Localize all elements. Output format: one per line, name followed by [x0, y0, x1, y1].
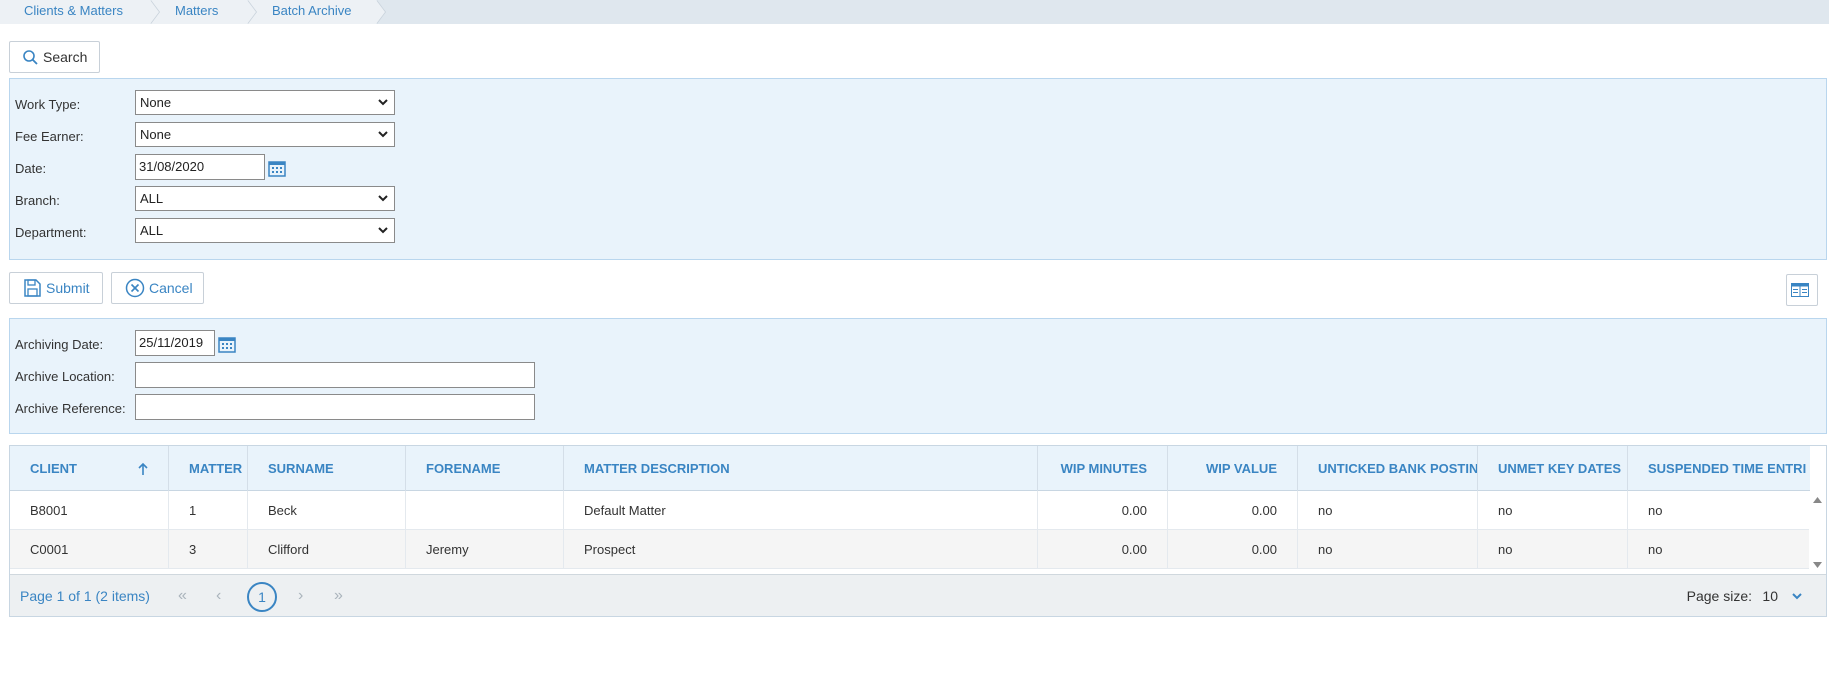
cancel-button-label: Cancel — [149, 280, 193, 296]
save-icon — [24, 279, 41, 297]
filter-panel: Work Type: None Fee Earner: None Date: 3… — [9, 78, 1827, 260]
cell-wip-value: 0.00 — [1168, 530, 1298, 569]
chevron-down-icon — [378, 227, 388, 234]
chevron-down-icon — [378, 99, 388, 106]
column-header-client[interactable]: CLIENT — [10, 446, 169, 491]
cell-matter-description: Default Matter — [564, 491, 1038, 530]
archive-reference-label: Archive Reference: — [15, 401, 126, 416]
cancel-button[interactable]: Cancel — [111, 272, 204, 304]
column-header-unmet-key-dates[interactable]: UNMET KEY DATES — [1478, 446, 1628, 491]
close-circle-icon — [125, 278, 145, 298]
department-value: ALL — [140, 223, 164, 238]
archiving-date-label: Archiving Date: — [15, 337, 104, 352]
column-header-matter-description[interactable]: MATTER DESCRIPTION — [564, 446, 1038, 491]
fee-earner-label: Fee Earner: — [15, 129, 84, 144]
page-button-current[interactable]: 1 — [247, 582, 277, 612]
work-type-value: None — [140, 95, 172, 110]
column-header-wip-value[interactable]: WIP VALUE — [1168, 446, 1298, 491]
cell-matter: 1 — [169, 491, 248, 530]
cell-unmet-key-dates: no — [1478, 530, 1628, 569]
submit-button-label: Submit — [46, 280, 90, 296]
date-input[interactable]: 31/08/2020 — [135, 154, 265, 180]
page-size-label: Page size: — [1686, 588, 1752, 604]
cell-wip-minutes: 0.00 — [1038, 491, 1168, 530]
breadcrumb-matters[interactable]: Matters — [151, 0, 257, 24]
columns-icon — [1791, 283, 1809, 297]
submit-button[interactable]: Submit — [9, 272, 103, 304]
branch-value: ALL — [140, 191, 164, 206]
cell-surname: Beck — [248, 491, 406, 530]
archiving-date-input[interactable]: 25/11/2019 — [135, 330, 215, 356]
cell-forename: Jeremy — [406, 530, 564, 569]
archive-panel: Archiving Date: 25/11/2019 Archive Locat… — [9, 318, 1827, 434]
column-header-suspended-time-entries[interactable]: SUSPENDED TIME ENTRI — [1628, 446, 1810, 491]
grid-header: CLIENT MATTER SURNAME FORENAME MATTER DE… — [10, 446, 1810, 491]
cell-client: C0001 — [10, 530, 169, 569]
page-size-value[interactable]: 10 — [1762, 575, 1778, 617]
archive-location-label: Archive Location: — [15, 369, 115, 384]
calendar-icon[interactable] — [218, 335, 236, 353]
search-button-label: Search — [43, 49, 88, 65]
department-label: Department: — [15, 225, 87, 240]
cell-matter: 3 — [169, 530, 248, 569]
chevron-down-icon[interactable] — [1790, 589, 1804, 603]
branch-select[interactable]: ALL — [135, 186, 395, 211]
breadcrumb-batch-archive[interactable]: Batch Archive — [248, 0, 386, 24]
cell-wip-value: 0.00 — [1168, 491, 1298, 530]
cell-unticked-bank-postings: no — [1298, 491, 1478, 530]
search-button[interactable]: Search — [9, 41, 100, 73]
branch-label: Branch: — [15, 193, 60, 208]
chevron-down-icon — [378, 131, 388, 138]
archive-location-input[interactable] — [135, 362, 535, 388]
column-header-surname[interactable]: SURNAME — [248, 446, 406, 491]
date-label: Date: — [15, 161, 47, 176]
work-type-label: Work Type: — [15, 97, 81, 112]
scroll-up-icon[interactable] — [1813, 497, 1822, 503]
column-header-unticked-bank-postings[interactable]: UNTICKED BANK POSTIN — [1298, 446, 1478, 491]
cell-unticked-bank-postings: no — [1298, 530, 1478, 569]
cell-matter-description: Prospect — [564, 530, 1038, 569]
cell-suspended-time-entries: no — [1648, 542, 1663, 557]
grid-pager: Page 1 of 1 (2 items) « ‹ 1 › » Page siz… — [10, 574, 1826, 616]
sort-asc-icon — [138, 462, 148, 475]
pager-info: Page 1 of 1 (2 items) — [20, 588, 150, 604]
archive-reference-input[interactable] — [135, 394, 535, 420]
scroll-down-icon[interactable] — [1813, 562, 1822, 568]
fee-earner-value: None — [140, 127, 172, 142]
calendar-icon[interactable] — [268, 159, 286, 177]
column-header-matter[interactable]: MATTER — [169, 446, 248, 491]
breadcrumb-clients-matters[interactable]: Clients & Matters — [0, 0, 160, 24]
grid-vertical-scrollbar[interactable] — [1809, 491, 1826, 574]
fee-earner-select[interactable]: None — [135, 122, 395, 147]
department-select[interactable]: ALL — [135, 218, 395, 243]
cell-surname: Clifford — [248, 530, 406, 569]
work-type-select[interactable]: None — [135, 90, 395, 115]
chevron-down-icon — [378, 195, 388, 202]
cell-forename — [406, 491, 564, 530]
table-row[interactable]: C0001 3 Clifford Jeremy Prospect 0.00 0.… — [10, 530, 1810, 569]
column-chooser-button[interactable] — [1786, 274, 1818, 306]
breadcrumb: Clients & Matters Matters Batch Archive — [0, 0, 1829, 24]
column-header-forename[interactable]: FORENAME — [406, 446, 564, 491]
table-row[interactable]: B8001 1 Beck Default Matter 0.00 0.00 no… — [10, 491, 1810, 530]
column-header-wip-minutes[interactable]: WIP MINUTES — [1038, 446, 1168, 491]
cell-unmet-key-dates: no — [1478, 491, 1628, 530]
next-page-icon[interactable]: › — [298, 575, 303, 617]
cell-suspended-time-entries: no — [1648, 503, 1663, 518]
first-page-icon[interactable]: « — [178, 575, 187, 617]
search-icon — [23, 49, 38, 65]
previous-page-icon[interactable]: ‹ — [216, 575, 221, 617]
matters-grid: CLIENT MATTER SURNAME FORENAME MATTER DE… — [9, 445, 1827, 617]
last-page-icon[interactable]: » — [334, 575, 343, 617]
cell-wip-minutes: 0.00 — [1038, 530, 1168, 569]
cell-client: B8001 — [10, 491, 169, 530]
column-header-client-label: CLIENT — [30, 461, 77, 476]
